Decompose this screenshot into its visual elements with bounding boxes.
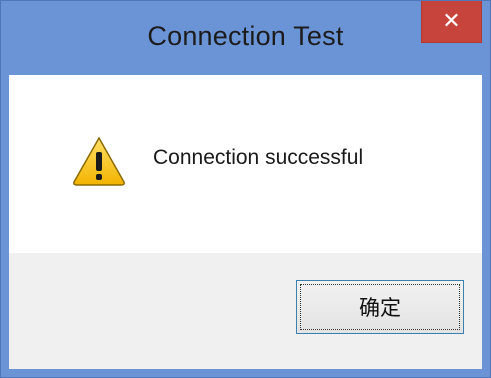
close-icon: ✕ bbox=[442, 7, 461, 33]
close-button[interactable]: ✕ bbox=[421, 1, 482, 43]
message-text: Connection successful bbox=[153, 146, 364, 169]
warning-icon bbox=[73, 136, 125, 186]
ok-button[interactable]: 确定 bbox=[296, 280, 464, 334]
title-bar[interactable]: Connection Test ✕ bbox=[1, 1, 490, 75]
dialog-footer: 确定 bbox=[9, 253, 482, 369]
dialog-window: Connection Test ✕ Connection successful … bbox=[0, 0, 491, 378]
ok-button-label: 确定 bbox=[359, 296, 401, 320]
dialog-content: Connection successful bbox=[9, 75, 482, 253]
window-title: Connection Test bbox=[147, 21, 344, 51]
